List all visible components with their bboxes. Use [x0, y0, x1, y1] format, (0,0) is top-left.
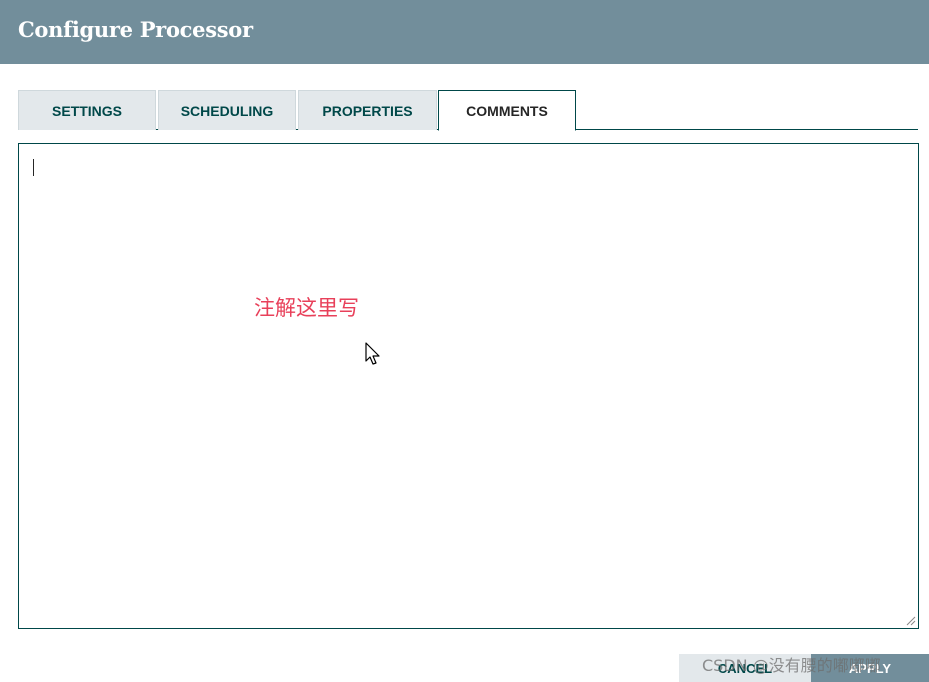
- tab-settings-label: SETTINGS: [51, 102, 122, 119]
- tab-properties-label: PROPERTIES: [322, 102, 413, 119]
- tab-scheduling-label: SCHEDULING: [180, 102, 274, 119]
- comments-textarea[interactable]: [18, 143, 919, 629]
- tab-settings[interactable]: SETTINGS: [18, 90, 156, 130]
- watermark: CSDN @没有腰的嘟嘟嘟: [702, 656, 881, 675]
- tab-properties[interactable]: PROPERTIES: [298, 90, 437, 130]
- text-caret: [33, 159, 34, 176]
- mouse-pointer-icon: [365, 342, 380, 365]
- annotation-text: 注解这里写: [254, 296, 359, 320]
- dialog-title: Configure Processor: [18, 17, 253, 42]
- tab-comments-label: COMMENTS: [466, 102, 548, 119]
- resize-grip-icon[interactable]: [906, 616, 916, 626]
- dialog-header: Configure Processor: [0, 0, 929, 64]
- tab-scheduling[interactable]: SCHEDULING: [158, 90, 296, 130]
- tab-comments[interactable]: COMMENTS: [438, 90, 576, 131]
